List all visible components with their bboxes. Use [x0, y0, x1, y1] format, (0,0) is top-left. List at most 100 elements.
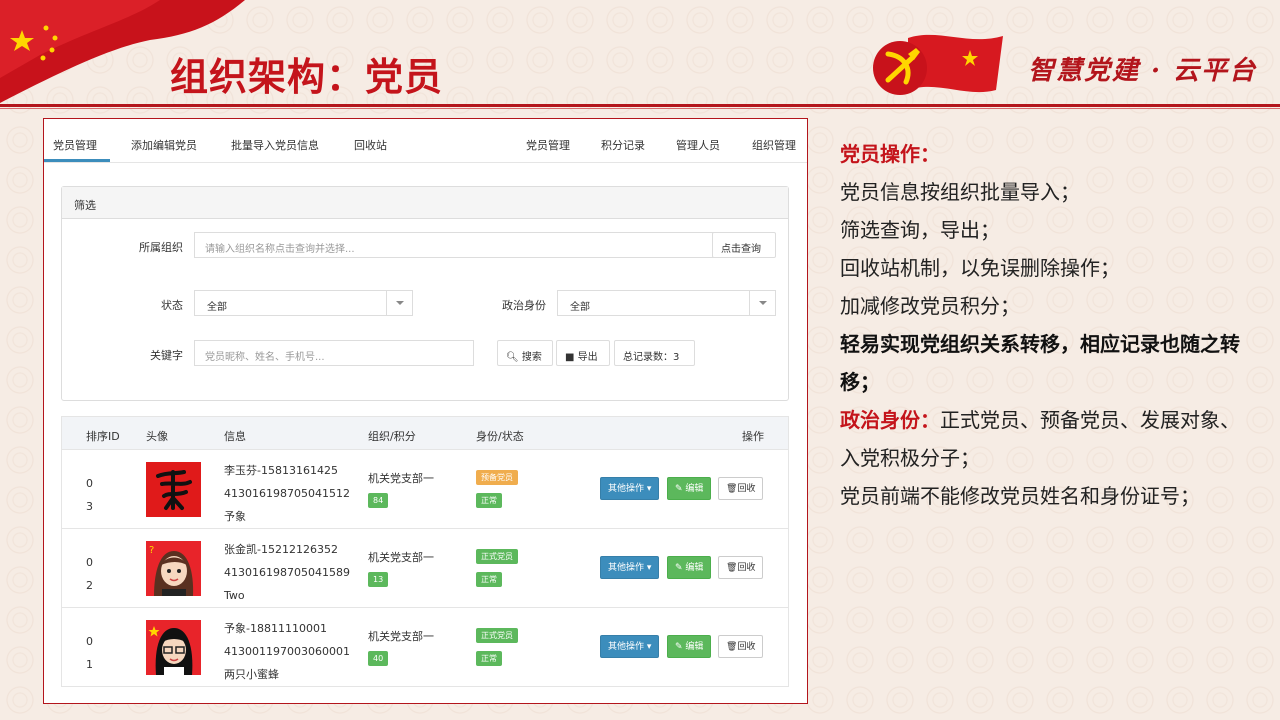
tab-batch-import[interactable]: 批量导入党员信息	[231, 137, 319, 153]
col-actions: 操作	[742, 430, 764, 443]
caret-down-icon: ▾	[646, 563, 652, 573]
tab-add-edit-member[interactable]: 添加编辑党员	[131, 137, 197, 153]
member-nickname: Two	[224, 589, 245, 602]
avatar: ?	[146, 541, 201, 596]
chevron-down-icon	[386, 291, 412, 315]
org-search-input[interactable]: 请输入组织名称点击查询并选择...	[194, 232, 714, 258]
political-heading: 政治身份：	[840, 408, 940, 432]
recycle-button[interactable]: 🗑︎回收	[718, 556, 764, 579]
sort-id-line1: 0	[86, 635, 93, 648]
top-nav: 党员管理 添加编辑党员 批量导入党员信息 回收站 党员管理 积分记录 管理人员 …	[44, 119, 807, 163]
export-button-label: 导出	[577, 352, 598, 363]
sort-id: 0 3	[86, 472, 93, 518]
member-name-phone: 张金凯-15212126352	[224, 543, 338, 556]
status-badge: 正常	[476, 493, 502, 508]
member-info: 张金凯-15212126352 413016198705041589 Two	[224, 538, 350, 607]
party-flag-emblem-icon	[873, 34, 1003, 95]
header-divider-thin	[0, 108, 1280, 109]
sort-id-line1: 0	[86, 477, 93, 490]
note-political-status: 政治身份：正式党员、预备党员、发展对象、入党积极分子；	[840, 401, 1240, 477]
svg-text:?: ?	[149, 545, 154, 556]
note-transfer: 轻易实现党组织关系转移，相应记录也随之转移；	[840, 332, 1240, 394]
col-info: 信息	[224, 430, 246, 443]
sort-id: 0 1	[86, 630, 93, 676]
member-nickname: 两只小蜜蜂	[224, 668, 279, 681]
edit-icon: ✎	[675, 563, 683, 573]
nav-points-records[interactable]: 积分记录	[601, 137, 645, 153]
caret-down-icon: ▾	[646, 642, 652, 652]
role-badge: 正式党员	[476, 549, 518, 564]
sort-id-line2: 1	[86, 658, 93, 671]
sort-id-line1: 0	[86, 556, 93, 569]
member-name-phone: 李玉芬-15813161425	[224, 464, 338, 477]
avatar	[146, 620, 201, 675]
member-info: 予象-18811110001 413001197003060001 两只小蜜蜂	[224, 617, 350, 686]
slide-title: 组织架构：党员	[170, 55, 444, 99]
col-sort-id: 排序ID	[86, 430, 120, 443]
file-icon: ■	[565, 352, 575, 363]
note-frontend-restriction: 党员前端不能修改党员姓名和身份证号；	[840, 484, 1200, 508]
col-role-status: 身份/状态	[476, 430, 524, 443]
status-select[interactable]: 全部	[194, 290, 413, 316]
role-badge: 正式党员	[476, 628, 518, 643]
filter-panel: 筛选 所属组织 请输入组织名称点击查询并选择... 点击查询 状态 全部 政治身…	[61, 186, 789, 401]
caret-down-icon: ▾	[646, 484, 652, 494]
member-org: 机关党支部一	[368, 472, 434, 485]
note-filter-export: 筛选查询，导出；	[840, 218, 1000, 242]
table-row: 0 3 李玉芬-15813161425 413016198705041512 予…	[62, 450, 788, 529]
edit-button[interactable]: ✎ 编辑	[667, 635, 712, 658]
edit-icon: ✎	[675, 484, 683, 494]
edit-button[interactable]: ✎ 编辑	[667, 477, 712, 500]
note-points: 加减修改党员积分；	[840, 294, 1020, 318]
recycle-button[interactable]: 🗑︎回收	[718, 635, 764, 658]
sort-id: 0 2	[86, 551, 93, 597]
member-org: 机关党支部一	[368, 551, 434, 564]
edit-label: 编辑	[685, 484, 704, 494]
member-nickname: 予象	[224, 510, 246, 523]
platform-brand: 智慧党建 · 云平台	[1028, 56, 1258, 86]
edit-button[interactable]: ✎ 编辑	[667, 556, 712, 579]
export-button[interactable]: ■ 导出	[556, 340, 610, 366]
org-query-button[interactable]: 点击查询	[712, 232, 776, 258]
sort-id-line2: 2	[86, 579, 93, 592]
more-actions-label: 其他操作	[608, 563, 645, 573]
recycle-button[interactable]: 🗑︎回收	[718, 477, 764, 500]
nav-org-management[interactable]: 组织管理	[752, 137, 796, 153]
political-status-select[interactable]: 全部	[557, 290, 776, 316]
more-actions-button[interactable]: 其他操作 ▾	[600, 635, 660, 658]
nav-administrators[interactable]: 管理人员	[676, 137, 720, 153]
avatar	[146, 462, 201, 517]
points-badge: 40	[368, 651, 389, 666]
member-info: 李玉芬-15813161425 413016198705041512 予象	[224, 459, 350, 528]
status-label: 状态	[161, 299, 183, 312]
points-badge: 84	[368, 493, 389, 508]
note-batch-import: 党员信息按组织批量导入；	[840, 180, 1080, 204]
recycle-label: 回收	[737, 563, 756, 573]
edit-label: 编辑	[685, 642, 704, 652]
member-org: 机关党支部一	[368, 630, 434, 643]
chevron-down-icon	[749, 291, 775, 315]
more-actions-button[interactable]: 其他操作 ▾	[600, 477, 660, 500]
points-badge: 13	[368, 572, 389, 587]
member-id-card: 413016198705041589	[224, 566, 350, 579]
active-tab-indicator	[44, 159, 110, 162]
tab-member-management[interactable]: 党员管理	[53, 137, 97, 153]
more-actions-label: 其他操作	[608, 642, 645, 652]
member-id-card: 413001197003060001	[224, 645, 350, 658]
political-status-select-value: 全部	[570, 302, 590, 313]
member-name-phone: 予象-18811110001	[224, 622, 327, 635]
more-actions-button[interactable]: 其他操作 ▾	[600, 556, 660, 579]
keyword-input[interactable]: 党员昵称、姓名、手机号...	[194, 340, 474, 366]
header-divider	[0, 104, 1280, 107]
search-icon: 🔍︎	[506, 352, 519, 363]
tab-recycle-bin[interactable]: 回收站	[354, 137, 387, 153]
trash-icon: 🗑︎	[726, 484, 738, 494]
member-table: 排序ID 头像 信息 组织/积分 身份/状态 操作 0 3 李玉芬-158131…	[61, 416, 789, 687]
more-actions-label: 其他操作	[608, 484, 645, 494]
edit-icon: ✎	[675, 642, 683, 652]
political-status-label: 政治身份	[502, 299, 546, 312]
search-button-label: 搜索	[521, 352, 542, 363]
search-button[interactable]: 🔍︎ 搜索	[497, 340, 553, 366]
table-header: 排序ID 头像 信息 组织/积分 身份/状态 操作	[62, 417, 788, 450]
nav-member-management[interactable]: 党员管理	[526, 137, 570, 153]
